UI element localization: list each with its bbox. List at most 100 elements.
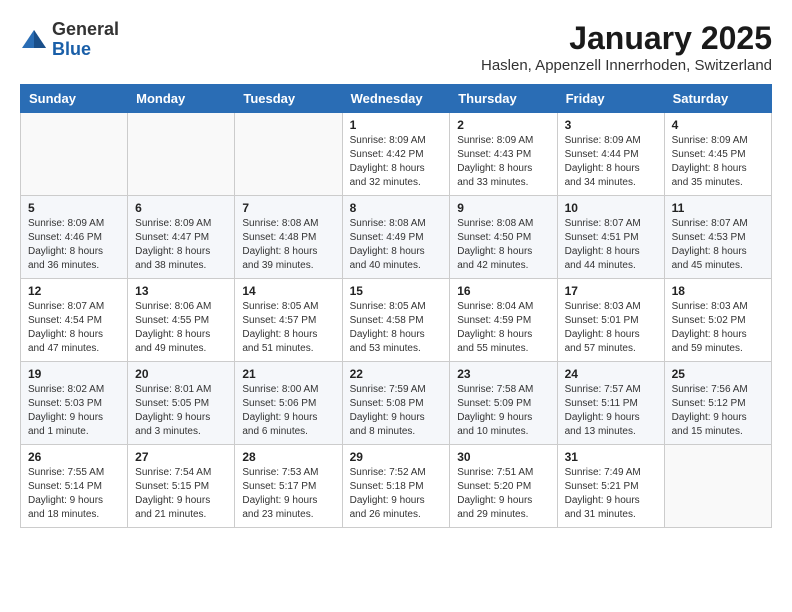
- day-info: Sunrise: 8:07 AMSunset: 4:51 PMDaylight:…: [565, 217, 657, 273]
- calendar-cell: 14 Sunrise: 8:05 AMSunset: 4:57 PMDayligh…: [235, 279, 342, 362]
- day-number: 27: [135, 450, 227, 464]
- day-info: Sunrise: 8:02 AMSunset: 5:03 PMDaylight:…: [28, 383, 120, 439]
- day-number: 29: [350, 450, 443, 464]
- calendar-cell: 15Sunrise: 8:05 AMSunset: 4:58 PMDayligh…: [342, 279, 450, 362]
- day-info: Sunrise: 8:04 AMSunset: 4:59 PMDaylight:…: [457, 300, 549, 356]
- calendar-cell: 13Sunrise: 8:06 AMSunset: 4:55 PMDayligh…: [128, 279, 235, 362]
- day-info: Sunrise: 8:07 AMSunset: 4:54 PMDaylight:…: [28, 300, 120, 356]
- calendar-cell: 19 Sunrise: 8:02 AMSunset: 5:03 PMDayligh…: [21, 362, 128, 445]
- weekday-header-wednesday: Wednesday: [342, 85, 450, 113]
- day-info: Sunrise: 8:01 AMSunset: 5:05 PMDaylight:…: [135, 383, 227, 439]
- day-info: Sunrise: 8:09 AMSunset: 4:44 PMDaylight:…: [565, 134, 657, 190]
- day-number: 22: [350, 367, 443, 381]
- day-number: 9: [457, 201, 549, 215]
- calendar-cell: [128, 113, 235, 196]
- day-info: Sunrise: 7:56 AMSunset: 5:12 PMDaylight:…: [672, 383, 764, 439]
- day-info: Sunrise: 8:09 AMSunset: 4:46 PMDaylight:…: [28, 217, 120, 273]
- calendar-week-row: 12 Sunrise: 8:07 AMSunset: 4:54 PMDayligh…: [21, 279, 772, 362]
- calendar-cell: [235, 113, 342, 196]
- day-info: Sunrise: 8:06 AMSunset: 4:55 PMDaylight:…: [135, 300, 227, 356]
- day-info: Sunrise: 7:58 AMSunset: 5:09 PMDaylight:…: [457, 383, 549, 439]
- day-number: 14: [242, 284, 334, 298]
- calendar-cell: 8 Sunrise: 8:08 AMSunset: 4:49 PMDaylight…: [342, 196, 450, 279]
- day-info: Sunrise: 7:59 AMSunset: 5:08 PMDaylight:…: [350, 383, 443, 439]
- day-number: 24: [565, 367, 657, 381]
- day-number: 18: [672, 284, 764, 298]
- calendar-cell: 21 Sunrise: 8:00 AMSunset: 5:06 PMDayligh…: [235, 362, 342, 445]
- day-info: Sunrise: 8:03 AMSunset: 5:02 PMDaylight:…: [672, 300, 764, 356]
- weekday-header-friday: Friday: [557, 85, 664, 113]
- calendar-cell: 6Sunrise: 8:09 AMSunset: 4:47 PMDaylight…: [128, 196, 235, 279]
- day-info: Sunrise: 8:00 AMSunset: 5:06 PMDaylight:…: [242, 383, 334, 439]
- day-number: 19: [28, 367, 120, 381]
- day-info: Sunrise: 8:09 AMSunset: 4:42 PMDaylight:…: [350, 134, 443, 190]
- calendar-cell: 11Sunrise: 8:07 AMSunset: 4:53 PMDayligh…: [664, 196, 771, 279]
- calendar-cell: 4 Sunrise: 8:09 AMSunset: 4:45 PMDaylight…: [664, 113, 771, 196]
- calendar-cell: 25 Sunrise: 7:56 AMSunset: 5:12 PMDayligh…: [664, 362, 771, 445]
- day-number: 2: [457, 118, 549, 132]
- calendar-week-row: 5 Sunrise: 8:09 AMSunset: 4:46 PMDaylight…: [21, 196, 772, 279]
- day-number: 20: [135, 367, 227, 381]
- day-number: 5: [28, 201, 120, 215]
- day-info: Sunrise: 7:55 AMSunset: 5:14 PMDaylight:…: [28, 466, 120, 522]
- calendar-week-row: 19 Sunrise: 8:02 AMSunset: 5:03 PMDayligh…: [21, 362, 772, 445]
- day-info: Sunrise: 8:09 AMSunset: 4:45 PMDaylight:…: [672, 134, 764, 190]
- calendar-cell: 17Sunrise: 8:03 AMSunset: 5:01 PMDayligh…: [557, 279, 664, 362]
- calendar-cell: 18 Sunrise: 8:03 AMSunset: 5:02 PMDayligh…: [664, 279, 771, 362]
- day-info: Sunrise: 8:08 AMSunset: 4:48 PMDaylight:…: [242, 217, 334, 273]
- calendar-cell: 28 Sunrise: 7:53 AMSunset: 5:17 PMDayligh…: [235, 445, 342, 528]
- calendar-cell: [21, 113, 128, 196]
- day-info: Sunrise: 7:52 AMSunset: 5:18 PMDaylight:…: [350, 466, 443, 522]
- logo-general-text: General: [52, 20, 119, 40]
- day-number: 16: [457, 284, 549, 298]
- calendar-cell: 7 Sunrise: 8:08 AMSunset: 4:48 PMDaylight…: [235, 196, 342, 279]
- day-info: Sunrise: 8:09 AMSunset: 4:43 PMDaylight:…: [457, 134, 549, 190]
- day-number: 28: [242, 450, 334, 464]
- weekday-header-saturday: Saturday: [664, 85, 771, 113]
- calendar-cell: 23 Sunrise: 7:58 AMSunset: 5:09 PMDayligh…: [450, 362, 557, 445]
- title-block: January 2025 Haslen, Appenzell Innerrhod…: [481, 20, 772, 74]
- day-number: 15: [350, 284, 443, 298]
- day-number: 12: [28, 284, 120, 298]
- calendar-cell: 3Sunrise: 8:09 AMSunset: 4:44 PMDaylight…: [557, 113, 664, 196]
- calendar-cell: 26 Sunrise: 7:55 AMSunset: 5:14 PMDayligh…: [21, 445, 128, 528]
- day-number: 26: [28, 450, 120, 464]
- day-number: 31: [565, 450, 657, 464]
- day-info: Sunrise: 8:08 AMSunset: 4:49 PMDaylight:…: [350, 217, 443, 273]
- calendar-cell: [664, 445, 771, 528]
- logo-icon: [20, 26, 48, 54]
- calendar-cell: 12 Sunrise: 8:07 AMSunset: 4:54 PMDayligh…: [21, 279, 128, 362]
- logo-blue-text: Blue: [52, 40, 119, 60]
- day-number: 25: [672, 367, 764, 381]
- day-number: 23: [457, 367, 549, 381]
- logo-text: General Blue: [52, 20, 119, 60]
- calendar-cell: 10 Sunrise: 8:07 AMSunset: 4:51 PMDayligh…: [557, 196, 664, 279]
- page-header: General Blue January 2025 Haslen, Appenz…: [20, 20, 772, 74]
- month-title: January 2025: [481, 20, 772, 57]
- day-info: Sunrise: 7:54 AMSunset: 5:15 PMDaylight:…: [135, 466, 227, 522]
- day-number: 4: [672, 118, 764, 132]
- calendar-cell: 29 Sunrise: 7:52 AMSunset: 5:18 PMDayligh…: [342, 445, 450, 528]
- day-info: Sunrise: 8:05 AMSunset: 4:57 PMDaylight:…: [242, 300, 334, 356]
- weekday-header-tuesday: Tuesday: [235, 85, 342, 113]
- calendar-cell: 27 Sunrise: 7:54 AMSunset: 5:15 PMDayligh…: [128, 445, 235, 528]
- weekday-header-sunday: Sunday: [21, 85, 128, 113]
- calendar-cell: 2 Sunrise: 8:09 AMSunset: 4:43 PMDaylight…: [450, 113, 557, 196]
- day-number: 6: [135, 201, 227, 215]
- day-number: 7: [242, 201, 334, 215]
- day-number: 30: [457, 450, 549, 464]
- calendar-table: SundayMondayTuesdayWednesdayThursdayFrid…: [20, 84, 772, 528]
- day-number: 8: [350, 201, 443, 215]
- day-number: 10: [565, 201, 657, 215]
- day-info: Sunrise: 8:08 AMSunset: 4:50 PMDaylight:…: [457, 217, 549, 273]
- weekday-header-monday: Monday: [128, 85, 235, 113]
- day-number: 17: [565, 284, 657, 298]
- calendar-cell: 1Sunrise: 8:09 AMSunset: 4:42 PMDaylight…: [342, 113, 450, 196]
- weekday-header-thursday: Thursday: [450, 85, 557, 113]
- calendar-cell: 20 Sunrise: 8:01 AMSunset: 5:05 PMDayligh…: [128, 362, 235, 445]
- calendar-week-row: 26 Sunrise: 7:55 AMSunset: 5:14 PMDayligh…: [21, 445, 772, 528]
- day-info: Sunrise: 7:53 AMSunset: 5:17 PMDaylight:…: [242, 466, 334, 522]
- day-number: 21: [242, 367, 334, 381]
- day-info: Sunrise: 7:49 AMSunset: 5:21 PMDaylight:…: [565, 466, 657, 522]
- calendar-cell: 30Sunrise: 7:51 AMSunset: 5:20 PMDayligh…: [450, 445, 557, 528]
